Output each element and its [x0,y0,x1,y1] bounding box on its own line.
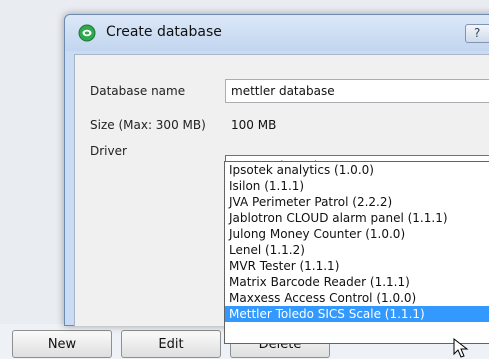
new-button[interactable]: New [12,330,112,358]
driver-dropdown-list[interactable]: Ipsotek analytics (1.0.0) Isilon (1.1.1)… [224,161,489,344]
driver-option[interactable]: Ipsotek analytics (1.0.0) [225,162,489,178]
size-label: Size (Max: 300 MB) [90,118,206,132]
edit-button[interactable]: Edit [121,330,221,358]
size-input[interactable]: 100 MB [225,113,489,137]
driver-option[interactable]: Matrix Barcode Reader (1.1.1) [225,274,489,290]
mouse-cursor-icon [453,338,469,358]
driver-option[interactable]: Lenel (1.1.2) [225,242,489,258]
dialog-titlebar: Create database ? [65,15,489,51]
database-name-label: Database name [90,84,186,98]
driver-label: Driver [90,144,127,158]
driver-option[interactable]: Maxxess Access Control (1.0.0) [225,290,489,306]
database-plus-icon [78,24,96,42]
database-name-input[interactable]: mettler database [225,79,489,103]
driver-option[interactable]: Jablotron CLOUD alarm panel (1.1.1) [225,210,489,226]
driver-option[interactable]: Julong Money Counter (1.0.0) [225,226,489,242]
driver-option[interactable]: Isilon (1.1.1) [225,178,489,194]
driver-option-selected[interactable]: Mettler Toledo SICS Scale (1.1.1) [225,306,489,322]
driver-option[interactable]: JVA Perimeter Patrol (2.2.2) [225,194,489,210]
help-button[interactable]: ? [465,24,489,43]
dialog-title: Create database [106,24,222,40]
driver-option[interactable]: MVR Tester (1.1.1) [225,258,489,274]
